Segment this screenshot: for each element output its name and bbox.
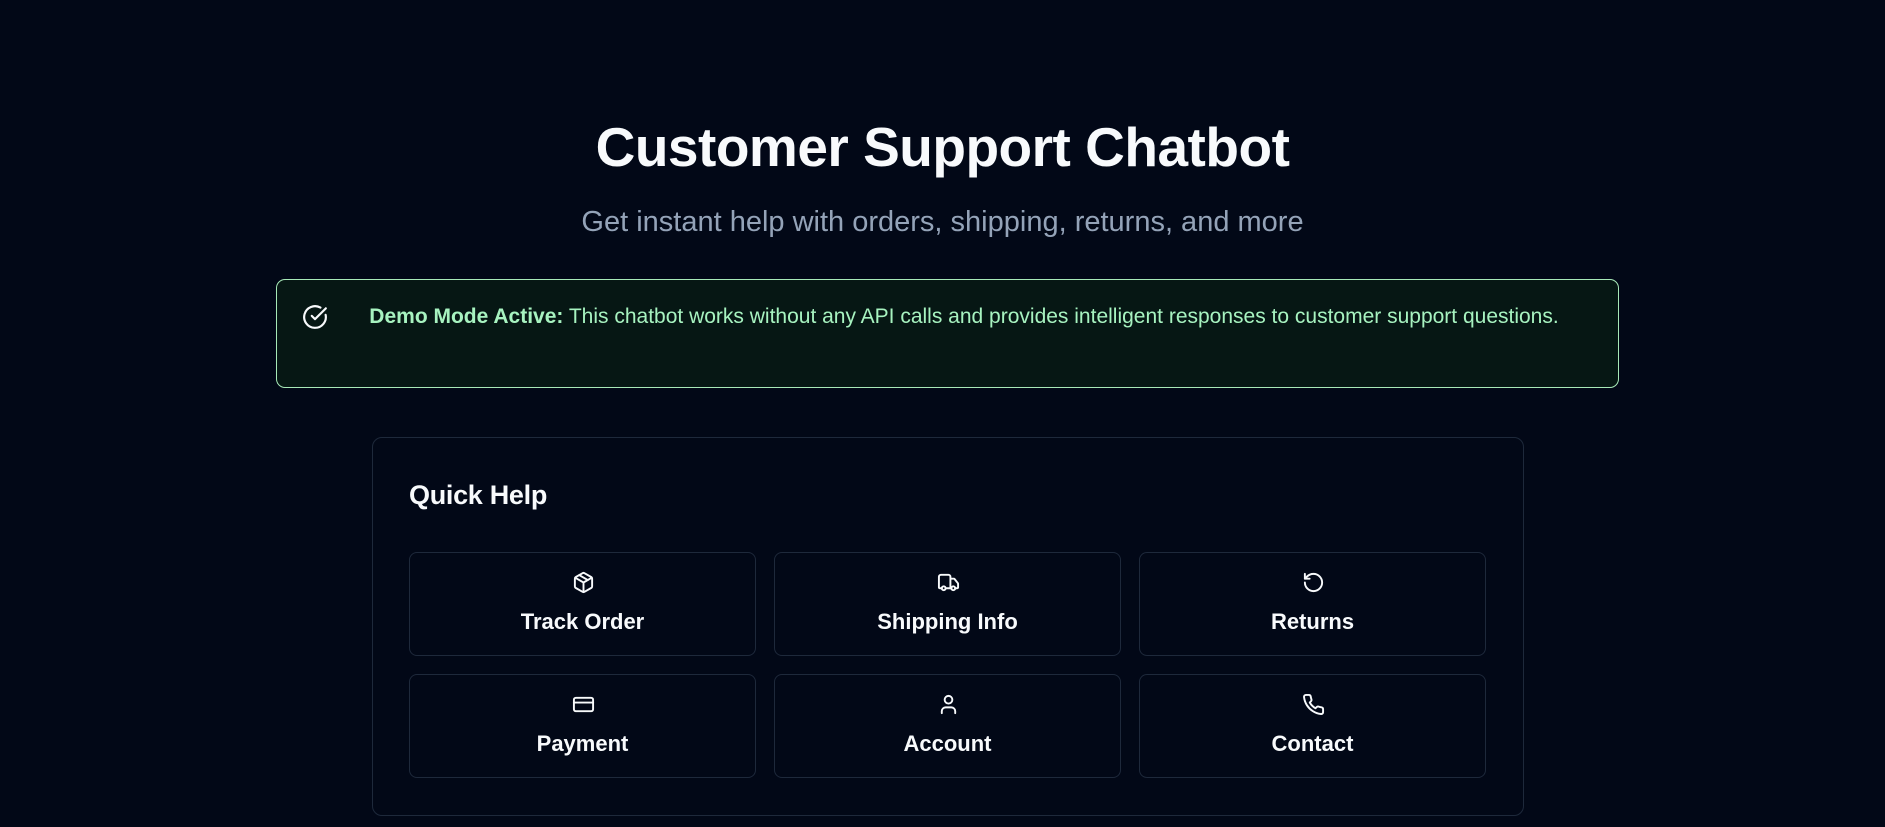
page-title: Customer Support Chatbot bbox=[595, 116, 1290, 178]
package-icon bbox=[572, 571, 595, 594]
returns-label: Returns bbox=[1270, 609, 1355, 634]
notice-strong-text: Demo Mode Active: bbox=[369, 305, 564, 328]
truck-icon bbox=[937, 571, 960, 594]
quick-help-card: Quick Help Track Order Shipping Info Ret… bbox=[372, 437, 1524, 816]
contact-button[interactable]: Contact bbox=[1139, 674, 1486, 778]
payment-button[interactable]: Payment bbox=[409, 674, 756, 778]
account-button[interactable]: Account bbox=[774, 674, 1121, 778]
track-order-label: Track Order bbox=[520, 609, 645, 634]
credit-card-icon bbox=[572, 693, 595, 716]
user-icon bbox=[937, 693, 960, 716]
account-label: Account bbox=[903, 731, 992, 756]
page: Customer Support Chatbot Get instant hel… bbox=[0, 0, 1885, 827]
contact-label: Contact bbox=[1271, 731, 1354, 756]
shipping-info-label: Shipping Info bbox=[877, 609, 1018, 634]
payment-label: Payment bbox=[536, 731, 629, 756]
notice-body-text: This chatbot works without any API calls… bbox=[563, 305, 1559, 328]
shipping-info-button[interactable]: Shipping Info bbox=[774, 552, 1121, 656]
demo-mode-notice: Demo Mode Active: This chatbot works wit… bbox=[276, 279, 1619, 388]
rotate-ccw-icon bbox=[1302, 571, 1325, 594]
check-circle-icon bbox=[302, 304, 328, 330]
notice-text: Demo Mode Active: This chatbot works wit… bbox=[369, 302, 1559, 332]
track-order-button[interactable]: Track Order bbox=[409, 552, 756, 656]
page-subtitle: Get instant help with orders, shipping, … bbox=[581, 206, 1304, 238]
phone-icon bbox=[1302, 693, 1325, 716]
returns-button[interactable]: Returns bbox=[1139, 552, 1486, 656]
quick-help-title: Quick Help bbox=[409, 480, 548, 510]
